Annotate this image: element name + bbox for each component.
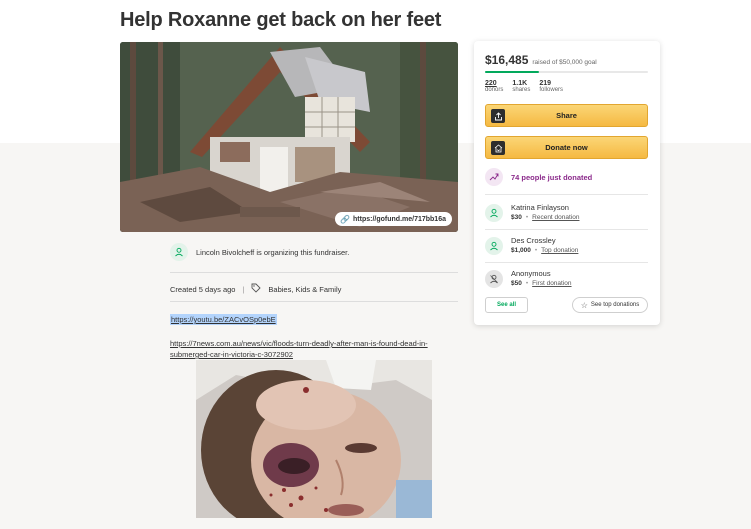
youtube-link[interactable]: https://youtu.be/ZACvOSp0ebE — [170, 314, 277, 325]
donate-button-label: Donate now — [545, 143, 588, 152]
bullet: • — [525, 214, 529, 221]
divider — [485, 194, 648, 195]
donor-amount: $1,000 — [511, 247, 531, 254]
organizer-row: Lincoln Bivolcheff is organizing this fu… — [170, 243, 349, 261]
donor-avatar-icon — [485, 204, 503, 222]
share-button[interactable]: Share — [485, 104, 648, 127]
tag-icon — [251, 283, 262, 295]
bullet: • — [534, 247, 538, 254]
share-button-label: Share — [556, 111, 577, 120]
progress-bar — [485, 71, 648, 73]
injury-photo[interactable] — [196, 360, 432, 518]
donor-tag[interactable]: First donation — [532, 279, 571, 289]
stat-label: donors — [485, 87, 504, 93]
trending-text: 74 people just donated — [511, 172, 593, 182]
progress-fill — [485, 71, 539, 73]
stat-value: 1.1K — [512, 80, 528, 87]
campaign-meta: Created 5 days ago | Babies, Kids & Fami… — [170, 283, 341, 295]
stat-value: 219 — [539, 80, 552, 87]
donor-item: Anonymous $50 • First donation — [485, 269, 572, 289]
donor-amount: $30 — [511, 214, 522, 221]
trending-row: 74 people just donated — [485, 168, 592, 186]
star-icon: ☆ — [580, 300, 588, 310]
stat-label: followers — [539, 87, 564, 93]
divider — [485, 262, 648, 263]
hero-image[interactable]: 🔗 https://gofund.me/717bb16a — [120, 42, 458, 232]
donor-amount: $50 — [511, 280, 522, 287]
trending-up-icon — [485, 168, 503, 186]
donor-avatar-icon — [485, 237, 503, 255]
donation-panel: $16,485 raised of $50,000 goal 220 donor… — [474, 41, 660, 325]
donor-name: Katrina Finlayson — [511, 203, 569, 212]
news-article-link[interactable]: https://7news.com.au/news/vic/floods-tur… — [170, 338, 460, 360]
donor-tag[interactable]: Top donation — [541, 246, 578, 256]
stats-row: 220 donors 1.1K shares 219 followers — [485, 80, 563, 93]
link-icon: 🔗 — [340, 214, 351, 224]
category-link[interactable]: Babies, Kids & Family — [268, 285, 341, 294]
donor-name: Des Crossley — [511, 236, 556, 245]
share-url-chip[interactable]: 🔗 https://gofund.me/717bb16a — [335, 212, 452, 226]
bullet: • — [525, 280, 529, 287]
amount-row: $16,485 raised of $50,000 goal — [485, 53, 597, 67]
amount-raised: $16,485 — [485, 53, 529, 67]
stat-donors[interactable]: 220 donors — [485, 80, 503, 93]
created-date: Created 5 days ago — [170, 284, 236, 294]
storm-damaged-house-image — [120, 42, 458, 232]
divider — [170, 272, 458, 273]
anonymous-avatar-icon — [485, 270, 503, 288]
donor-item: Des Crossley $1,000 • Top donation — [485, 236, 578, 256]
donor-name: Anonymous — [511, 269, 551, 278]
see-top-donations-button[interactable]: ☆ See top donations — [572, 297, 648, 313]
stat-followers: 219 followers — [539, 80, 563, 93]
goal-text: raised of $50,000 goal — [532, 59, 597, 66]
donate-now-button[interactable]: Donate now — [485, 136, 648, 159]
organizer-text: Lincoln Bivolcheff is organizing this fu… — [196, 247, 350, 257]
injured-woman-photo — [196, 360, 432, 518]
stat-value: 220 — [485, 80, 497, 87]
share-url-text: https://gofund.me/717bb16a — [353, 215, 446, 223]
donor-tag[interactable]: Recent donation — [532, 213, 579, 223]
see-all-button[interactable]: See all — [485, 297, 528, 313]
divider — [170, 301, 458, 302]
divider — [485, 229, 648, 230]
stat-shares: 1.1K shares — [512, 80, 530, 93]
stat-label: shares — [512, 87, 531, 93]
campaign-title: Help Roxanne get back on her feet — [120, 9, 442, 31]
organizer-avatar-icon — [170, 243, 188, 261]
donate-icon — [491, 141, 505, 155]
meta-separator: | — [242, 284, 245, 294]
donor-item: Katrina Finlayson $30 • Recent donation — [485, 203, 579, 223]
see-top-label: See top donations — [590, 302, 640, 308]
share-icon — [491, 109, 505, 123]
